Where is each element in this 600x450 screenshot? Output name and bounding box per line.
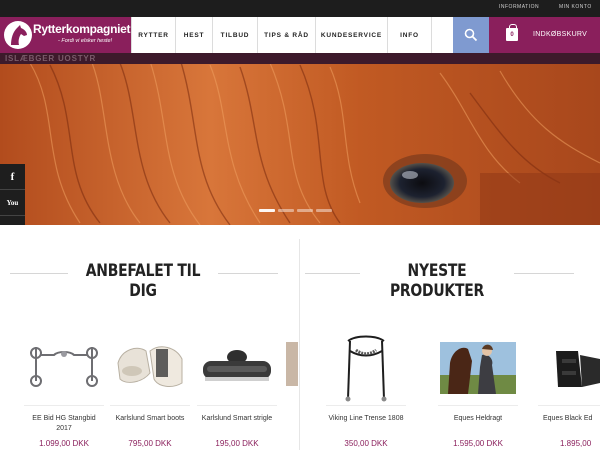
horse-head-icon [4,21,32,49]
nav-item-tips[interactable]: TIPS & RÅD [257,17,315,53]
nav-item-tilbud[interactable]: TILBUD [212,17,257,53]
boots-image [110,333,190,403]
product-card[interactable]: Viking Line Trense 1808 350,00 DKK [326,333,406,448]
search-icon [464,28,478,42]
title-rule [218,273,278,274]
shopping-bag-icon: 0 [506,24,518,41]
product-card[interactable]: EE Bid HG Stangbid 2017 1.099,00 DKK [24,333,104,448]
nav-item-label: RYTTER [138,31,169,39]
bridle-image [326,333,406,403]
slider-dot[interactable] [316,209,332,212]
product-card[interactable]: Karlslund Smart boots 795,00 DKK [110,333,190,448]
card-separator [24,405,104,406]
product-price: 795,00 DKK [128,439,172,448]
card-separator [438,405,518,406]
title-rule [305,273,360,274]
cart-count: 0 [510,32,514,38]
nav-item-label: INFO [400,31,419,39]
hero-banner[interactable]: ISLÆBGER UOSTYR f You g+ ◙ [0,53,600,225]
title-rule [10,273,68,274]
nav-item-hest[interactable]: HEST [175,17,212,53]
search-button[interactable] [453,17,489,53]
product-price: 1.595,00 DKK [453,439,503,448]
hero-caption-bar: ISLÆBGER UOSTYR [0,53,600,64]
product-card[interactable]: Eques Heldragt 1.595,00 DKK [438,333,518,448]
slider-dot[interactable] [278,209,294,212]
nav-item-label: TILBUD [220,31,250,39]
nav-item-label: KUNDESERVICE [320,31,383,39]
cart-button[interactable]: 0 INDKØBSKURV [489,17,600,53]
product-price: 350,00 DKK [344,439,388,448]
slider-dot[interactable] [297,209,313,212]
card-separator [326,405,406,406]
product-name[interactable]: Eques Black Ed [538,414,600,435]
section-title-newest: NYESTE PRODUKTER [389,261,485,301]
rider-horse-image [438,333,518,403]
google-plus-icon[interactable]: g+ [0,216,25,225]
product-price: 1.099,00 DKK [39,439,89,448]
hero-caption: ISLÆBGER UOSTYR [5,54,97,63]
nav-item-kundeservice[interactable]: KUNDESERVICE [315,17,387,53]
account-link[interactable]: MIN KONTO [559,4,592,10]
boot-image [538,333,600,403]
youtube-icon[interactable]: You [0,190,25,216]
facebook-icon[interactable]: f [0,164,25,190]
brand-tagline: - Fordi vi elsker heste! [58,38,113,44]
title-rule [514,273,574,274]
social-links: f You g+ ◙ [0,164,25,225]
site-header: Rytterkompagniet - Fordi vi elsker heste… [0,17,600,53]
product-card[interactable]: Karlslund Smart strigle 195,00 DKK [197,333,277,448]
brand-name: Rytterkompagniet [33,22,131,36]
nav-item-info[interactable]: INFO [387,17,432,53]
product-name[interactable]: Karlslund Smart boots [110,414,190,435]
bit-image [24,333,104,403]
logo[interactable]: Rytterkompagniet - Fordi vi elsker heste… [0,17,131,53]
nav-item-rytter[interactable]: RYTTER [131,17,175,53]
product-name[interactable]: Viking Line Trense 1808 [326,414,406,435]
slider-dot[interactable] [259,209,275,212]
product-name[interactable]: Eques Heldragt [438,414,518,435]
partial-product-image [286,342,298,386]
product-name[interactable]: EE Bid HG Stangbid 2017 [24,414,104,435]
main-nav: RYTTER HEST TILBUD TIPS & RÅD KUNDESERVI… [131,17,432,53]
nav-item-label: HEST [183,31,205,39]
information-link[interactable]: INFORMATION [499,4,539,10]
product-price: 195,00 DKK [215,439,259,448]
horse-photo [0,53,600,225]
section-divider [299,239,300,450]
product-card[interactable]: Eques Black Ed 1.895,00 [538,333,600,448]
nav-item-label: TIPS & RÅD [264,31,309,39]
section-title-recommended: ANBEFALET TIL DIG [85,261,201,301]
product-name[interactable]: Karlslund Smart strigle [197,414,277,435]
utility-bar: INFORMATION MIN KONTO [0,0,600,17]
slider-dots [259,209,332,212]
card-separator [197,405,277,406]
curry-comb-image [197,333,277,403]
card-separator [110,405,190,406]
cart-label: INDKØBSKURV [533,31,588,38]
product-price: 1.895,00 [560,439,592,448]
card-separator [538,405,600,406]
